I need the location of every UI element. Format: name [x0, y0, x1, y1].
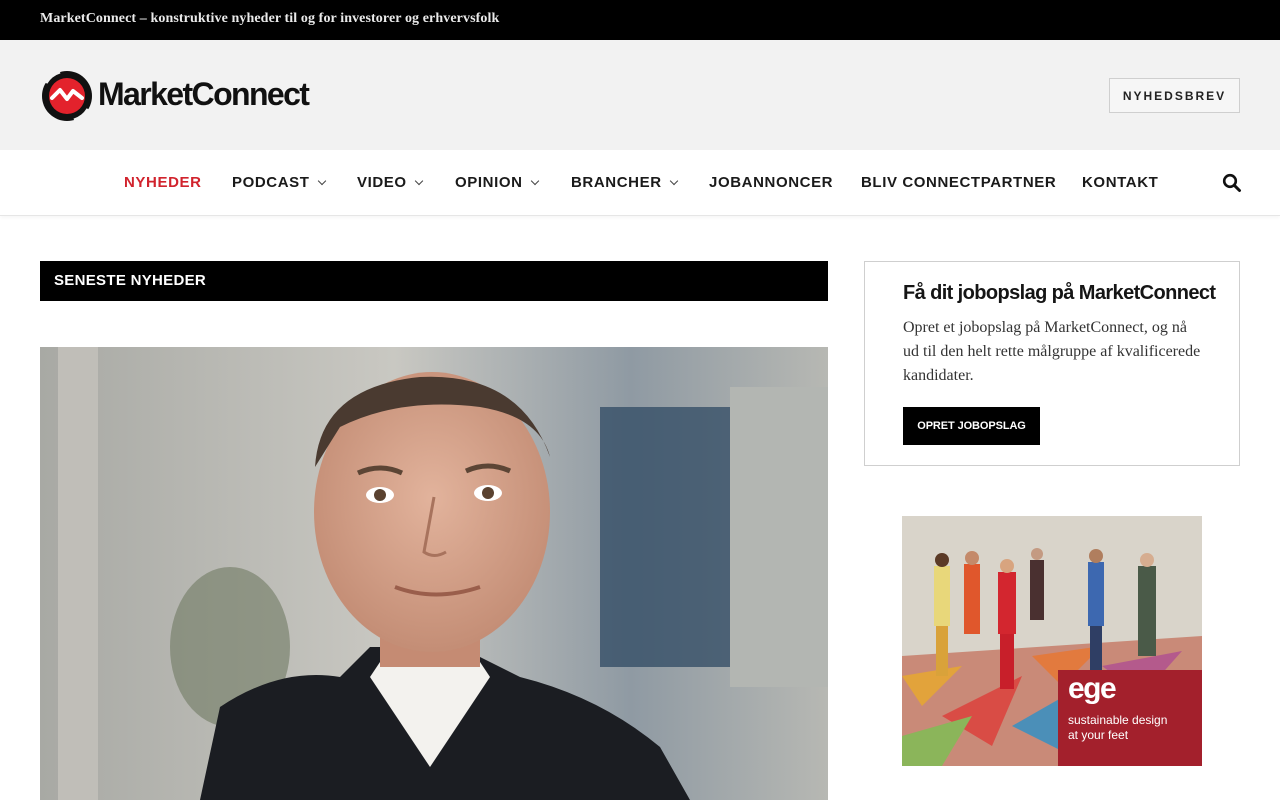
chevron-down-icon	[317, 176, 326, 186]
chevron-down-icon	[669, 176, 678, 186]
masthead: MarketConnect NYHEDSBREV	[0, 40, 1280, 150]
nav-item-label: NYHEDER	[124, 174, 202, 191]
newsletter-button[interactable]: NYHEDSBREV	[1109, 78, 1240, 113]
nav-item-label: PODCAST	[232, 174, 310, 191]
nav-item-label: OPINION	[455, 174, 523, 191]
nav-item-opinion[interactable]: OPINION	[455, 174, 539, 191]
sidebar-advertisement[interactable]: ege sustainable design at your feet	[902, 516, 1202, 766]
logo-text: MarketConnect	[98, 76, 310, 112]
nav-item-video[interactable]: VIDEO	[357, 174, 423, 191]
job-posting-widget: Få dit jobopslag på MarketConnect Opret …	[864, 261, 1240, 466]
chevron-down-icon	[530, 176, 539, 186]
ad-tagline-1: sustainable design	[1068, 713, 1168, 727]
site-tagline: MarketConnect – konstruktive nyheder til…	[40, 11, 500, 26]
nav-item-nyheder[interactable]: NYHEDER	[124, 174, 202, 191]
hero-article-image[interactable]	[40, 347, 828, 800]
main-nav: NYHEDER PODCAST VIDEO OPINION BRANCHER J…	[0, 150, 1280, 216]
top-bar: MarketConnect – konstruktive nyheder til…	[0, 0, 1280, 40]
nav-item-label: VIDEO	[357, 174, 407, 191]
nav-item-label: BLIV CONNECTPARTNER	[861, 174, 1057, 191]
nav-item-podcast[interactable]: PODCAST	[232, 174, 326, 191]
nav-item-label: BRANCHER	[571, 174, 662, 191]
create-job-posting-button[interactable]: OPRET JOBOPSLAG	[903, 407, 1040, 445]
section-title: SENESTE NYHEDER	[54, 272, 207, 289]
section-header: SENESTE NYHEDER	[40, 261, 828, 301]
portrait-photo	[40, 347, 828, 800]
chevron-down-icon	[414, 176, 423, 186]
nav-item-kontakt[interactable]: KONTAKT	[1082, 174, 1158, 191]
job-widget-text: Opret et jobopslag på MarketConnect, og …	[903, 319, 1201, 384]
ad-logo: ege	[1068, 672, 1117, 705]
ad-tagline-2: at your feet	[1068, 728, 1129, 742]
nav-item-label: KONTAKT	[1082, 174, 1159, 191]
search-icon[interactable]	[1222, 173, 1242, 193]
job-widget-title: Få dit jobopslag på MarketConnect	[903, 282, 1216, 304]
site-logo[interactable]: MarketConnect	[40, 68, 340, 122]
nav-item-bliv-connectpartner[interactable]: BLIV CONNECTPARTNER	[861, 174, 1056, 191]
nav-item-jobannoncer[interactable]: JOBANNONCER	[709, 174, 833, 191]
nav-item-brancher[interactable]: BRANCHER	[571, 174, 678, 191]
nav-item-label: JOBANNONCER	[709, 174, 834, 191]
logo-mark-icon	[42, 70, 92, 122]
